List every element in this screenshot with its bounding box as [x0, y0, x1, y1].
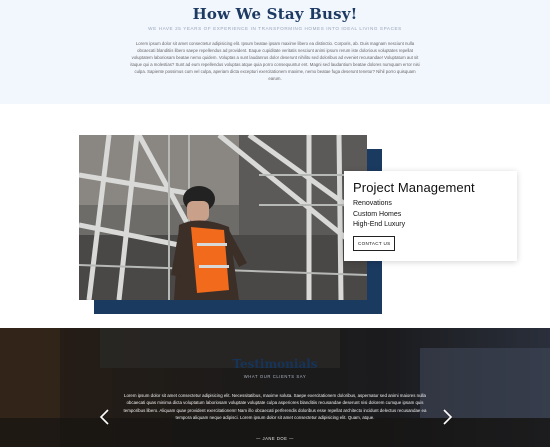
- testimonial-quote: Lorem ipsum dolor sit amet consectetur a…: [123, 393, 427, 420]
- project-card: Project Management Renovations Custom Ho…: [344, 171, 517, 261]
- chevron-right-icon: [443, 409, 453, 425]
- carousel-next-button[interactable]: [440, 408, 454, 426]
- service-item: High-End Luxury: [353, 221, 406, 228]
- testimonials-subtitle: What our clients say: [243, 374, 307, 379]
- project-photo: [79, 135, 367, 300]
- service-item: Custom Homes: [353, 210, 402, 218]
- testimonials-section: Testimonials What our clients say Lorem …: [0, 328, 550, 447]
- testimonial-author: — Jane Doe —: [256, 436, 294, 441]
- project-title: Project Management: [353, 180, 475, 195]
- contact-us-button[interactable]: Contact Us: [353, 235, 396, 251]
- kitchen-background-image: [0, 328, 550, 447]
- section-title: How We Stay Busy!: [192, 5, 358, 23]
- chevron-left-icon: [99, 409, 109, 425]
- service-item: Renovations: [353, 200, 392, 207]
- intro-paragraph: Lorem ipsum dolor sit amet consectetur a…: [130, 41, 420, 81]
- intro-section: How We Stay Busy! We have 25 years of ex…: [0, 0, 550, 104]
- worker-scaffolding-image: [79, 135, 367, 300]
- carousel-prev-button[interactable]: [98, 408, 112, 426]
- testimonials-title: Testimonials: [232, 357, 318, 371]
- service-list: Renovations Custom Homes High-End Luxury: [353, 199, 508, 231]
- section-subtitle: We have 25 years of experience in transf…: [148, 26, 402, 31]
